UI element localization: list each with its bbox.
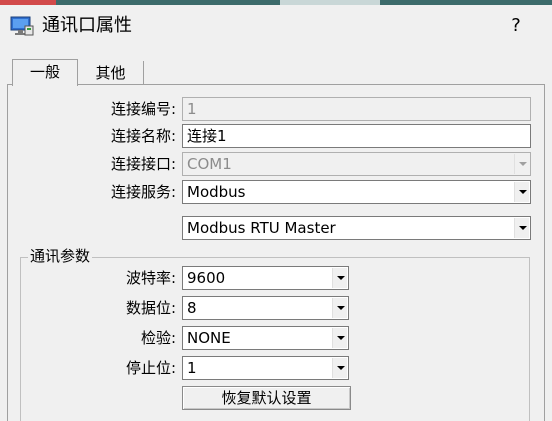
connection-name-field[interactable]: 连接1 <box>182 124 531 148</box>
monitor-network-icon <box>10 15 34 37</box>
protocol-value: Modbus RTU Master <box>187 219 336 237</box>
window-title: 通讯口属性 <box>42 15 132 36</box>
chevron-down-icon[interactable] <box>332 268 347 288</box>
help-button[interactable]: ? <box>506 14 526 38</box>
stop-bits-value: 1 <box>187 359 197 377</box>
baud-rate-select[interactable]: 9600 <box>182 266 349 290</box>
comm-params-title: 通讯参数 <box>28 246 93 266</box>
chevron-down-icon[interactable] <box>514 182 529 202</box>
chevron-down-icon[interactable] <box>332 358 347 378</box>
protocol-select[interactable]: Modbus RTU Master <box>182 216 531 240</box>
connection-number-field: 1 <box>182 97 531 121</box>
baud-rate-value: 9600 <box>187 269 226 287</box>
parity-select[interactable]: NONE <box>182 326 349 350</box>
connection-service-value: Modbus <box>187 183 246 201</box>
restore-defaults-button[interactable]: 恢复默认设置 <box>182 386 351 410</box>
connection-name-label: 连接名称: <box>110 127 176 145</box>
parity-label: 检验: <box>140 329 176 347</box>
data-bits-label: 数据位: <box>125 299 176 317</box>
connection-port-label: 连接接口: <box>110 155 176 173</box>
data-bits-select[interactable]: 8 <box>182 296 349 320</box>
stop-bits-select[interactable]: 1 <box>182 356 349 380</box>
chevron-down-icon[interactable] <box>332 298 347 318</box>
chevron-down-icon[interactable] <box>332 328 347 348</box>
connection-port-select: COM1 <box>182 152 531 176</box>
title-bar: 通讯口属性 ? <box>0 5 552 48</box>
tab-other[interactable]: 其他 <box>78 61 144 84</box>
connection-number-label: 连接编号: <box>110 100 176 118</box>
baud-rate-label: 波特率: <box>125 269 176 287</box>
stop-bits-label: 停止位: <box>125 359 176 377</box>
connection-service-select[interactable]: Modbus <box>182 180 531 204</box>
chevron-down-icon[interactable] <box>514 218 529 238</box>
connection-port-value: COM1 <box>187 155 232 173</box>
chevron-down-icon <box>514 154 529 174</box>
tab-general[interactable]: 一般 <box>12 59 78 86</box>
parity-value: NONE <box>187 329 231 347</box>
connection-service-label: 连接服务: <box>110 183 176 201</box>
data-bits-value: 8 <box>187 299 197 317</box>
